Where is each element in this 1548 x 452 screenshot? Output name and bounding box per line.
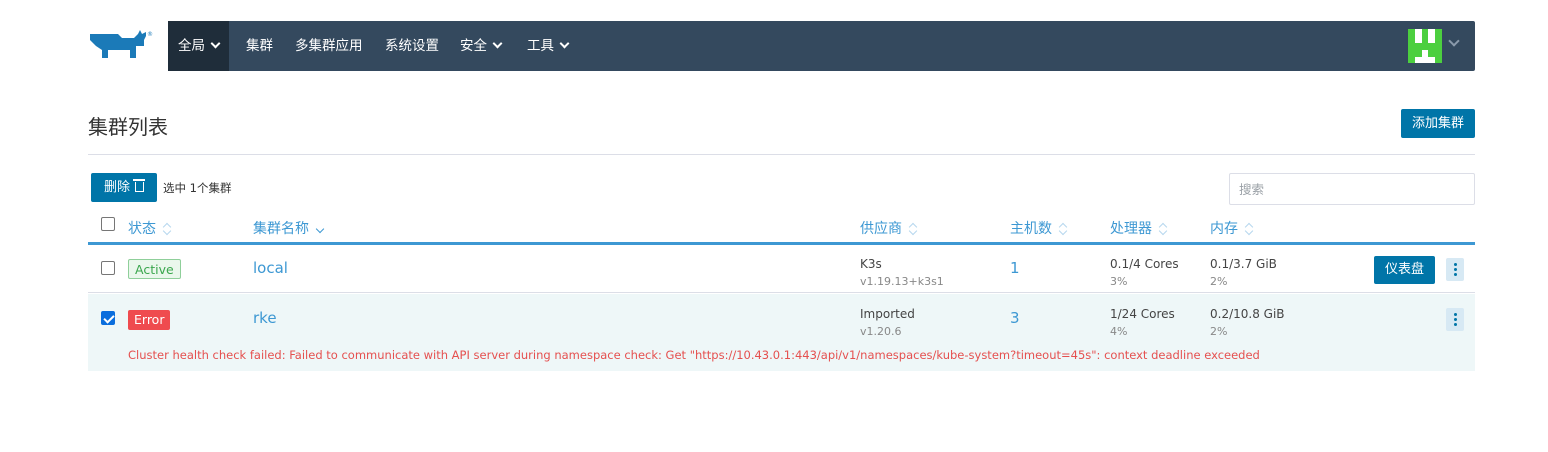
trash-icon xyxy=(133,179,145,192)
search-input[interactable] xyxy=(1229,173,1475,205)
column-header-name[interactable]: 集群名称 xyxy=(253,218,325,238)
nav-multi-cluster-apps-label: 多集群应用 xyxy=(295,38,363,54)
memory-usage: 0.2/10.8 GiB xyxy=(1210,307,1285,321)
nav-settings[interactable]: 系统设置 xyxy=(385,21,439,71)
memory-usage: 0.1/3.7 GiB xyxy=(1210,257,1277,271)
column-header-memory[interactable]: 内存 xyxy=(1210,218,1254,238)
chevron-down-icon xyxy=(492,38,503,49)
provider: Imported xyxy=(860,307,915,321)
column-header-provider[interactable]: 供应商 xyxy=(860,218,918,238)
nav-tools[interactable]: 工具 xyxy=(527,21,570,71)
provider: K3s xyxy=(860,257,882,271)
error-message: Cluster health check failed: Failed to c… xyxy=(128,348,1260,362)
cpu-usage: 1/24 Cores xyxy=(1110,307,1175,321)
top-navigation: 全局 集群 多集群应用 系统设置 安全 工具 xyxy=(168,21,1475,71)
nav-security[interactable]: 安全 xyxy=(460,21,503,71)
cpu-usage: 0.1/4 Cores xyxy=(1110,257,1179,271)
version: v1.19.13+k3s1 xyxy=(860,275,944,288)
column-header-state[interactable]: 状态 xyxy=(128,218,172,238)
sort-icon xyxy=(1244,222,1254,236)
cpu-percent: 3% xyxy=(1110,275,1128,288)
sort-icon xyxy=(1058,222,1068,236)
memory-percent: 2% xyxy=(1210,275,1228,288)
nav-settings-label: 系统设置 xyxy=(385,38,439,54)
row-actions-menu-icon[interactable] xyxy=(1446,308,1464,331)
nav-security-label: 安全 xyxy=(460,38,487,54)
status-badge: Error xyxy=(128,310,171,330)
row-checkbox[interactable] xyxy=(101,261,115,275)
dashboard-button[interactable]: 仪表盘 xyxy=(1374,256,1435,284)
row-checkbox[interactable] xyxy=(101,311,115,325)
page-title: 集群列表 xyxy=(88,115,168,139)
delete-button-label: 删除 xyxy=(103,180,130,195)
user-avatar[interactable] xyxy=(1408,29,1442,63)
add-cluster-button[interactable]: 添加集群 xyxy=(1401,109,1475,138)
column-header-nodes[interactable]: 主机数 xyxy=(1010,218,1068,238)
column-header-label: 集群名称 xyxy=(253,221,309,237)
nav-global[interactable]: 全局 xyxy=(168,21,229,71)
node-count-link[interactable]: 3 xyxy=(1010,309,1020,327)
selection-count: 选中 1个集群 xyxy=(163,181,232,195)
sort-icon xyxy=(315,222,325,236)
delete-button[interactable]: 删除 xyxy=(91,173,157,202)
version: v1.20.6 xyxy=(860,325,902,338)
memory-percent: 2% xyxy=(1210,325,1228,338)
chevron-down-icon xyxy=(559,38,570,49)
sort-icon xyxy=(908,222,918,236)
nav-clusters-label: 集群 xyxy=(246,38,273,54)
chevron-down-icon xyxy=(210,38,221,49)
chevron-down-icon[interactable] xyxy=(1448,35,1460,47)
column-header-label: 供应商 xyxy=(860,221,902,237)
select-all-checkbox[interactable] xyxy=(101,217,115,231)
column-header-label: 处理器 xyxy=(1110,221,1152,237)
column-header-cpu[interactable]: 处理器 xyxy=(1110,218,1168,238)
nav-multi-cluster-apps[interactable]: 多集群应用 xyxy=(295,21,363,71)
column-header-label: 主机数 xyxy=(1010,221,1052,237)
sort-icon xyxy=(1158,222,1168,236)
sort-icon xyxy=(162,222,172,236)
cluster-name-link[interactable]: rke xyxy=(253,309,277,327)
row-actions-menu-icon[interactable] xyxy=(1446,258,1464,281)
node-count-link[interactable]: 1 xyxy=(1010,259,1020,277)
nav-clusters[interactable]: 集群 xyxy=(246,21,273,71)
cpu-percent: 4% xyxy=(1110,325,1128,338)
divider xyxy=(88,154,1475,155)
cluster-name-link[interactable]: local xyxy=(253,259,288,277)
svg-text:®: ® xyxy=(147,31,153,38)
nav-global-label: 全局 xyxy=(178,38,205,54)
status-badge: Active xyxy=(128,259,181,279)
column-header-label: 内存 xyxy=(1210,221,1238,237)
rancher-logo[interactable]: ® xyxy=(88,28,156,64)
column-header-label: 状态 xyxy=(128,221,156,237)
nav-tools-label: 工具 xyxy=(527,38,554,54)
